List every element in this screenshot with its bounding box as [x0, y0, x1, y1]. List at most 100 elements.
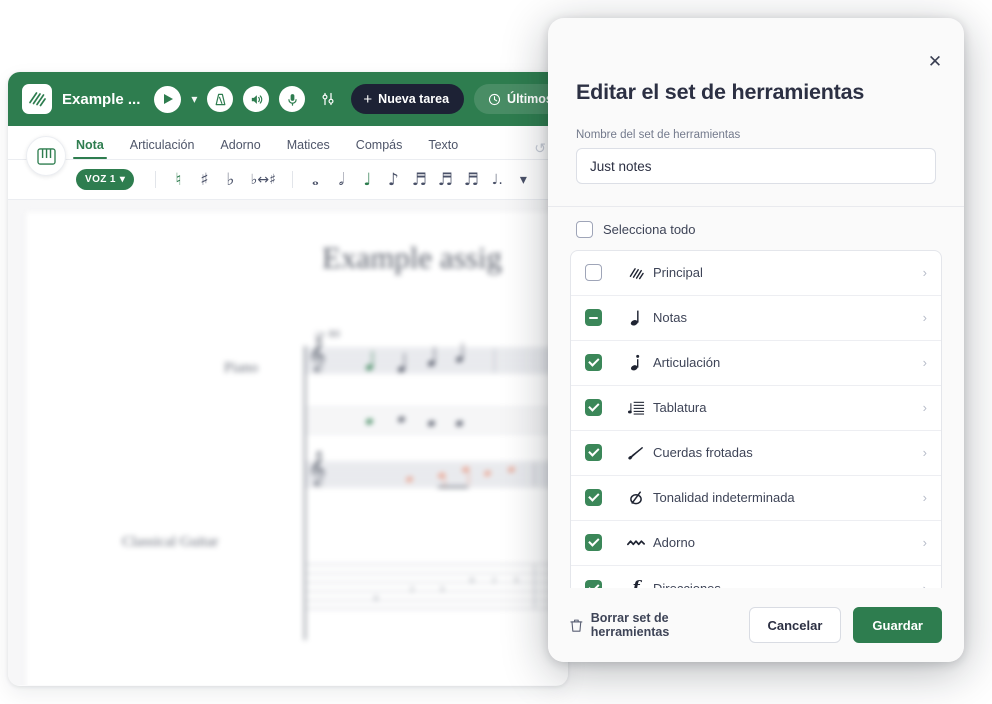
microphone-icon[interactable] [279, 86, 306, 112]
close-icon[interactable]: ✕ [922, 48, 948, 74]
item-checkbox[interactable] [585, 534, 602, 552]
quarter-note-icon[interactable]: ♩ [354, 170, 380, 190]
system-bracket [304, 460, 306, 640]
thirtysecond-note-icon[interactable]: ♬ [432, 170, 458, 190]
new-task-button[interactable]: + Nueva tarea [351, 84, 465, 114]
natural-accidental-icon[interactable]: ♮ [165, 170, 191, 190]
chevron-right-icon[interactable]: › [923, 265, 927, 280]
tablature-icon [619, 400, 653, 416]
save-button[interactable]: Guardar [853, 607, 942, 643]
slashes-logo-icon[interactable] [22, 84, 52, 114]
staccato-note-icon [619, 354, 653, 372]
toolset-items-scroll[interactable]: Principal › Notas › Articulación › Tabla… [548, 249, 964, 588]
list-item-tonalidad-indeterminada[interactable]: Tonalidad indeterminada › [571, 476, 941, 521]
chevron-right-icon[interactable]: › [923, 310, 927, 325]
piano-keyboard-icon[interactable] [26, 136, 66, 176]
flat-accidental-icon[interactable]: ♭ [217, 170, 243, 190]
item-checkbox[interactable] [585, 309, 602, 327]
augmentation-dot-icon[interactable]: ♩. [484, 172, 510, 188]
list-item-notas[interactable]: Notas › [571, 296, 941, 341]
staff-piano-bass [306, 408, 568, 433]
refresh-icon[interactable]: ↺ [534, 140, 546, 157]
toolset-name-field-wrap [548, 141, 964, 184]
staff-piano-treble: 𝄞 [306, 340, 568, 374]
tab-adorno[interactable]: Adorno [220, 138, 260, 159]
item-checkbox[interactable] [585, 444, 602, 462]
play-options-chevron-down-icon[interactable]: ▾ [191, 92, 197, 106]
metronome-icon[interactable] [207, 86, 234, 112]
list-item-principal[interactable]: Principal › [571, 251, 941, 296]
sixtyfourth-note-icon[interactable]: ♬ [458, 170, 484, 190]
item-checkbox[interactable] [585, 399, 602, 417]
tab-articulacion[interactable]: Articulación [130, 138, 195, 159]
cancel-button[interactable]: Cancelar [748, 607, 842, 643]
half-note-icon[interactable]: 𝅗𝅥 [328, 170, 354, 190]
volume-icon[interactable] [243, 86, 270, 112]
chevron-right-icon[interactable]: › [923, 581, 927, 588]
staff-guitar-standard: 𝄞 [306, 454, 568, 489]
ornament-icon [619, 538, 653, 548]
new-task-label: Nueva tarea [378, 92, 450, 106]
chevron-right-icon[interactable]: › [923, 535, 927, 550]
slashes-icon [619, 266, 653, 280]
item-label: Principal [653, 265, 703, 281]
instrument-label-piano: Piano [224, 360, 259, 376]
bowed-strings-icon [619, 445, 653, 461]
item-checkbox[interactable] [585, 264, 602, 282]
tab-label: Compás [355, 138, 403, 152]
chevron-down-icon: ▾ [119, 174, 126, 185]
chevron-right-icon[interactable]: › [923, 355, 927, 370]
select-all-checkbox[interactable] [576, 220, 593, 238]
list-item-adorno[interactable]: Adorno › [571, 521, 941, 566]
list-item-cuerdas-frotadas[interactable]: Cuerdas frotadas › [571, 431, 941, 476]
toolset-name-input[interactable] [576, 148, 936, 184]
item-checkbox[interactable] [585, 489, 602, 507]
dialog-title: Editar el set de herramientas [576, 80, 865, 104]
tab-label: Texto [428, 138, 459, 152]
item-label: Articulación [653, 355, 721, 371]
tab-compas[interactable]: Compás [356, 138, 403, 159]
document-title[interactable]: Example ... [62, 91, 140, 108]
tab-matices[interactable]: Matices [287, 138, 330, 159]
sharp-accidental-icon[interactable]: ♯ [191, 170, 217, 190]
treble-clef-icon: 𝄞 [308, 451, 326, 486]
accidental-toggle-icon[interactable]: ♭↔♯ [243, 172, 283, 188]
chevron-right-icon[interactable]: › [923, 445, 927, 460]
item-label: Tablatura [653, 400, 707, 416]
play-icon [164, 94, 174, 104]
divider [292, 171, 294, 188]
app-window: Example ... ▾ + Nueva tarea Últimos Nota… [8, 72, 568, 686]
palette-tabs-zone: Nota Articulación Adorno Matices Compás … [8, 126, 568, 200]
select-all-row[interactable]: Selecciona todo [548, 207, 964, 250]
item-checkbox[interactable] [585, 579, 602, 588]
chevron-right-icon[interactable]: › [923, 490, 927, 505]
tab-nota[interactable]: Nota [73, 138, 107, 159]
item-label: Cuerdas frotadas [653, 445, 753, 461]
delete-toolset-button[interactable]: Borrar set de herramientas [570, 611, 737, 639]
palette-tab-list: Nota Articulación Adorno Matices Compás … [8, 126, 568, 160]
item-checkbox[interactable] [585, 354, 602, 372]
play-button[interactable] [154, 85, 182, 113]
eighth-note-icon[interactable]: ♪ [380, 170, 406, 190]
plus-icon: + [363, 90, 373, 108]
quarter-note-icon [619, 309, 653, 327]
mixer-sliders-icon[interactable] [315, 86, 341, 112]
voice-label: VOZ 1 [85, 174, 116, 185]
list-item-articulacion[interactable]: Articulación › [571, 341, 941, 386]
item-label: Adorno [653, 535, 695, 551]
voice-selector[interactable]: VOZ 1 ▾ [76, 169, 135, 190]
whole-note-icon[interactable]: 𝅝 [302, 170, 328, 190]
tab-label: Matices [286, 138, 330, 152]
recent-label: Últimos [507, 92, 553, 106]
chevron-right-icon[interactable]: › [923, 400, 927, 415]
list-item-direcciones[interactable]: ƒ Direcciones › [571, 566, 941, 588]
sixteenth-note-icon[interactable]: ♬ [406, 170, 432, 190]
trash-icon [570, 619, 583, 632]
tab-label: Adorno [220, 138, 261, 152]
indefinite-pitch-icon [619, 490, 653, 506]
screenshot-root: Example ... ▾ + Nueva tarea Últimos Nota… [0, 0, 992, 704]
score-canvas[interactable]: Example assig ♩= 80 Piano 𝄞 Classical Gu… [8, 200, 568, 685]
more-options-chevron-down-icon[interactable]: ▾ [510, 172, 536, 188]
list-item-tablatura[interactable]: Tablatura › [571, 386, 941, 431]
tab-texto[interactable]: Texto [428, 138, 458, 159]
